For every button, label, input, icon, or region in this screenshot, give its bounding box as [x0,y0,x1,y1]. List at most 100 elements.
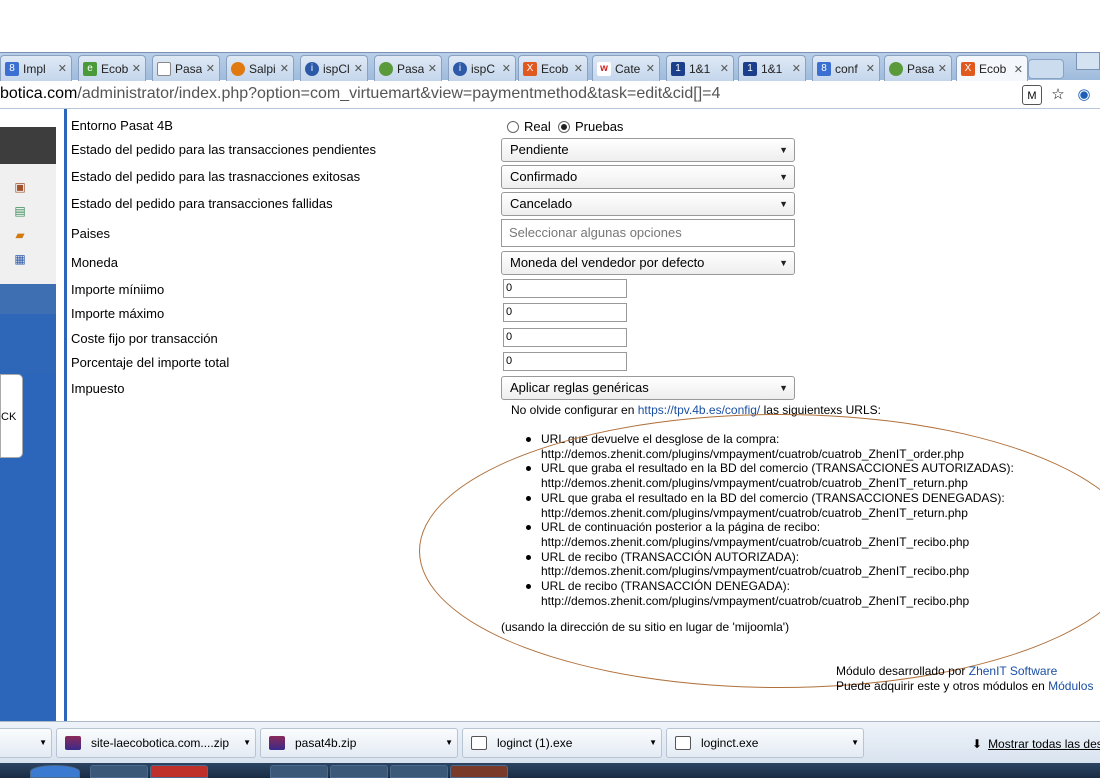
catalog-icon[interactable]: ▤ [12,203,28,219]
browser-tab[interactable]: Salpi ✕ [226,55,294,81]
impuesto-label: Impuesto [71,381,125,396]
show-all-downloads-link[interactable]: ⬇ Mostrar todas las des [972,737,1100,751]
radio-button[interactable] [507,120,519,133]
close-icon[interactable]: ✕ [58,62,67,75]
dropdown-arrow-icon[interactable]: ▼ [445,729,453,757]
importe-max-input[interactable]: 0 [503,303,627,322]
modulos-link[interactable]: Módulos [1048,679,1093,693]
close-icon[interactable]: ✕ [792,62,801,75]
taskbar-app[interactable] [330,765,388,778]
browser-tab[interactable]: w Cate ✕ [592,55,660,81]
extension-icon[interactable]: M [1022,85,1042,105]
browser-tab[interactable]: X Ecob ✕ [518,55,588,81]
tpv-config-link[interactable]: https://tpv.4b.es/config/ [638,403,761,417]
browser-tab[interactable]: e Ecob ✕ [78,55,146,81]
winrar-icon [65,736,81,750]
exitosas-label: Estado del pedido para las trasnacciones… [71,169,361,184]
close-icon[interactable]: ✕ [502,62,511,75]
taskbar-app[interactable] [270,765,328,778]
credits: Módulo desarrollado por ZhenIT Software … [836,664,1094,693]
new-tab-button[interactable] [1028,59,1064,79]
url-text[interactable]: botica.com/administrator/index.php?optio… [0,85,720,103]
config-icon[interactable]: ▦ [12,251,28,267]
eye-icon[interactable]: ◉ [1074,85,1094,105]
bookmark-star-icon[interactable]: ☆ [1048,85,1068,105]
impuesto-select[interactable]: Aplicar reglas genéricas ▼ [501,376,795,400]
close-icon[interactable]: ✕ [646,62,655,75]
close-icon[interactable]: ✕ [132,62,141,75]
radio-button-selected[interactable] [558,120,570,133]
browser-tab[interactable]: 1 1&1 ✕ [666,55,734,81]
porcentaje-input[interactable]: 0 [503,352,627,371]
download-arrow-icon: ⬇ [972,737,983,751]
sidebar-band [0,284,56,314]
google-icon: 8 [817,61,831,76]
close-icon[interactable]: ✕ [720,62,729,75]
close-icon[interactable]: ✕ [866,62,875,75]
leaf-icon [379,61,393,76]
download-item[interactable]: loginct (1).exe ▼ [462,728,662,758]
start-button[interactable] [30,765,80,778]
importe-min-input[interactable]: 0 [503,279,627,298]
dropdown-arrow-icon[interactable]: ▼ [851,729,859,757]
taskbar-app[interactable] [150,765,208,778]
close-icon[interactable]: ✕ [354,62,363,75]
dropdown-arrow-icon: ▼ [779,258,788,268]
browser-tab[interactable]: 1 1&1 ✕ [738,55,806,81]
porcentaje-label: Porcentaje del importe total [71,355,230,370]
browser-tab[interactable]: 8 conf ✕ [812,55,880,81]
browser-tab[interactable]: i ispCl ✕ [300,55,368,81]
eco-icon: e [83,61,97,76]
radio-real[interactable]: Real [507,119,551,134]
shop-icon[interactable]: ▣ [12,179,28,195]
download-item[interactable]: loginct.exe ▼ [666,728,864,758]
exitosas-select[interactable]: Confirmado ▼ [501,165,795,189]
moneda-select[interactable]: Moneda del vendedor por defecto ▼ [501,251,795,275]
pendientes-select[interactable]: Pendiente ▼ [501,138,795,162]
fallidas-select[interactable]: Cancelado ▼ [501,192,795,216]
browser-tab-active[interactable]: X Ecob ✕ [956,55,1028,82]
fallidas-label: Estado del pedido para transacciones fal… [71,196,333,211]
shipping-icon[interactable]: ▰ [12,227,28,243]
zhenit-link[interactable]: ZhenIT Software [969,664,1058,678]
sidebar-card[interactable]: CK [0,374,23,458]
dropdown-arrow-icon[interactable]: ▼ [649,729,657,757]
address-bar-icons: M ☆ ◉ [1022,85,1094,105]
close-icon[interactable]: ✕ [206,62,215,75]
taskbar-app[interactable] [450,765,508,778]
browser-tab[interactable]: 8 Impl ✕ [0,55,72,81]
paises-multiselect[interactable]: Seleccionar algunas opciones [501,219,795,247]
list-item: URL de continuación posterior a la págin… [526,520,1014,549]
desktop-top-area [0,0,1100,52]
using-note: (usando la dirección de su sitio en luga… [501,620,790,634]
browser-tab[interactable]: Pasa ✕ [884,55,952,81]
w-icon: w [597,61,611,76]
close-icon[interactable]: ✕ [280,62,289,75]
browser-tab[interactable]: i ispC ✕ [448,55,516,81]
browser-tab[interactable]: Pasa ✕ [152,55,220,81]
close-icon[interactable]: ✕ [938,62,947,75]
moneda-label: Moneda [71,255,118,270]
radio-pruebas[interactable]: Pruebas [558,119,623,134]
dropdown-arrow-icon[interactable]: ▼ [243,729,251,757]
importe-max-label: Importe máximo [71,306,165,321]
download-item[interactable]: site-laecobotica.com....zip ▼ [56,728,256,758]
entorno-label: Entorno Pasat 4B [71,118,173,133]
page-icon [157,61,171,76]
download-item[interactable]: ▼ [0,728,52,758]
close-icon[interactable]: ✕ [428,62,437,75]
joomla-icon: X [523,61,537,76]
oneandone-icon: 1 [743,61,757,76]
windows-taskbar [0,763,1100,778]
browser-tab[interactable]: Pasa ✕ [374,55,442,81]
download-item[interactable]: pasat4b.zip ▼ [260,728,458,758]
isp-icon: i [305,61,319,76]
close-icon[interactable]: ✕ [574,62,583,75]
taskbar-app[interactable] [390,765,448,778]
coste-fijo-input[interactable]: 0 [503,328,627,347]
dropdown-arrow-icon[interactable]: ▼ [39,729,47,757]
window-minimize-button[interactable] [1076,52,1100,70]
address-bar[interactable]: botica.com/administrator/index.php?optio… [0,81,1100,109]
taskbar-app[interactable] [90,765,148,778]
close-icon[interactable]: ✕ [1014,63,1023,76]
